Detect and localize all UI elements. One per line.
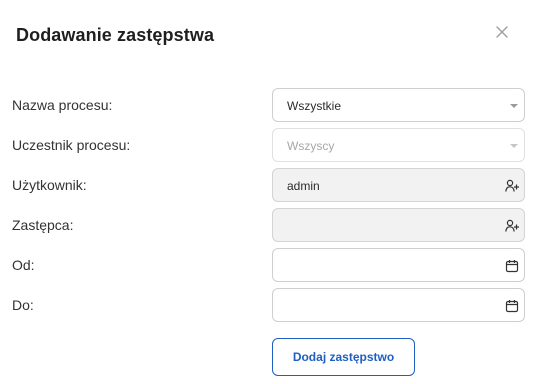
- calendar-icon[interactable]: [504, 298, 520, 314]
- process-participant-row: Uczestnik procesu: Wszyscy: [0, 128, 536, 162]
- process-participant-value: Wszyscy: [287, 139, 335, 153]
- substitute-row: Zastępca:: [0, 208, 536, 242]
- process-name-label: Nazwa procesu:: [12, 97, 113, 113]
- to-label: Do:: [12, 297, 34, 313]
- user-label: Użytkownik:: [12, 177, 87, 193]
- process-name-row: Nazwa procesu: Wszystkie: [0, 88, 536, 122]
- chevron-down-icon: [510, 144, 518, 148]
- calendar-icon[interactable]: [504, 258, 520, 274]
- from-label: Od:: [12, 257, 35, 273]
- user-row: Użytkownik: admin: [0, 168, 536, 202]
- add-user-icon[interactable]: [504, 178, 520, 194]
- process-participant-select[interactable]: Wszyscy: [272, 128, 525, 162]
- process-name-value: Wszystkie: [287, 99, 341, 113]
- to-row: Do:: [0, 288, 536, 322]
- process-participant-label: Uczestnik procesu:: [12, 137, 131, 153]
- close-icon[interactable]: [494, 24, 510, 40]
- dialog-title: Dodawanie zastępstwa: [16, 25, 215, 45]
- process-name-select[interactable]: Wszystkie: [272, 88, 525, 122]
- user-value: admin: [287, 179, 320, 193]
- add-substitution-button[interactable]: Dodaj zastępstwo: [272, 338, 415, 376]
- to-date-field[interactable]: [272, 288, 525, 322]
- add-user-icon[interactable]: [504, 218, 520, 234]
- user-field[interactable]: admin: [272, 168, 525, 202]
- substitute-label: Zastępca:: [12, 217, 74, 233]
- substitute-field[interactable]: [272, 208, 525, 242]
- from-date-field[interactable]: [272, 248, 525, 282]
- chevron-down-icon: [510, 104, 518, 108]
- add-substitution-dialog: Dodawanie zastępstwa Nazwa procesu: Wszy…: [0, 0, 536, 384]
- from-row: Od:: [0, 248, 536, 282]
